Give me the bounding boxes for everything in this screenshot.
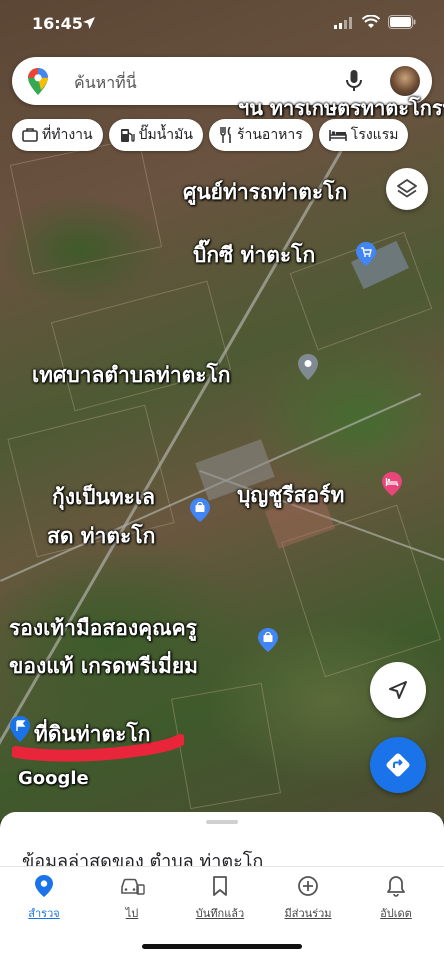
map-label-shrimp-line2[interactable]: สด ท่าตะโก [47,520,155,553]
chip-label: ปั๊มน้ำมัน [138,127,193,143]
nav-label: ไป [125,907,139,920]
location-arrow-icon [83,17,95,29]
sheet-drag-handle[interactable] [206,820,238,824]
shopping-cart-pin-icon[interactable] [356,242,376,270]
government-pin-icon[interactable] [298,354,318,384]
car-icon [121,878,145,895]
map-label-resort[interactable]: บุญชูรีสอร์ท [237,479,344,512]
nav-explore[interactable]: สำรวจ [0,875,88,922]
chip-label: ที่ทำงาน [42,127,93,143]
navigation-arrow-icon [389,681,407,699]
map-label-bigc[interactable]: บิ๊กซี ท่าตะโก [193,239,315,272]
my-location-button[interactable] [370,662,426,718]
bottom-navigation: สำรวจ ไป บันทึกแล้ว มีส่วนร่วม อัปเดต [0,866,444,929]
gas-station-icon [120,129,135,142]
map-field [170,682,282,810]
status-time: 16:45 [32,14,83,33]
shopping-bag-pin-icon[interactable] [190,498,210,526]
layers-icon [397,179,417,198]
chip-restaurant[interactable]: ร้านอาหาร [208,119,313,151]
battery-icon [388,15,416,29]
map-label-shoes-line2[interactable]: ของแท้ เกรดพรีเมี่ยม [9,650,198,683]
hotel-icon [328,130,347,141]
shopping-bag-pin-icon[interactable] [258,628,278,656]
nav-label: มีส่วนร่วม [284,907,332,920]
nav-label: อัปเดต [380,907,412,920]
map-label-municipality[interactable]: เทศบาลตำบลท่าตะโก [32,359,231,392]
map-label-saved-place[interactable]: ที่ดินท่าตะโก [34,718,150,751]
nav-updates[interactable]: อัปเดต [352,875,440,922]
cellular-signal-icon [334,17,352,29]
nav-go[interactable]: ไป [88,875,176,922]
nav-label: สำรวจ [28,907,60,920]
hotel-pin-icon[interactable] [382,472,402,500]
status-bar: 16:45 [0,0,444,48]
category-chips: ที่ทำงาน ปั๊มน้ำมัน ร้านอาหาร โรงแรม [12,119,414,153]
bookmark-icon [213,876,227,896]
briefcase-icon [22,128,38,142]
microphone-icon[interactable] [346,70,362,92]
bell-icon [387,876,405,897]
chip-label: โรงแรม [350,127,399,143]
add-circle-icon [298,876,318,896]
nav-saved[interactable]: บันทึกแล้ว [176,875,264,922]
restaurant-icon [220,126,231,143]
map-label-shoes-line1[interactable]: รองเท้ามือสองคุณครู [9,612,197,645]
explore-pin-icon [35,875,53,897]
map-label-bus-terminal[interactable]: ศูนย์ท่ารถท่าตะโก [183,176,347,209]
chip-hotel[interactable]: โรงแรม [318,119,409,151]
chip-label: ร้านอาหาร [236,127,303,143]
wifi-icon [362,15,380,28]
google-brand-logo: Google [18,768,89,789]
google-maps-logo-icon [28,68,48,95]
chip-work[interactable]: ที่ทำงาน [12,119,103,151]
directions-icon [386,753,410,777]
nav-contribute[interactable]: มีส่วนร่วม [264,875,352,922]
layers-button[interactable] [386,168,428,210]
nav-label: บันทึกแล้ว [195,907,245,920]
map-field [9,137,163,275]
directions-button[interactable] [370,737,426,793]
home-indicator[interactable] [142,944,302,949]
chip-gas[interactable]: ปั๊มน้ำมัน [108,119,203,151]
search-input[interactable]: ค้นหาที่นี่ [74,71,137,96]
map-label-shrimp-line1[interactable]: กุ้งเป็นทะเล [52,481,155,514]
